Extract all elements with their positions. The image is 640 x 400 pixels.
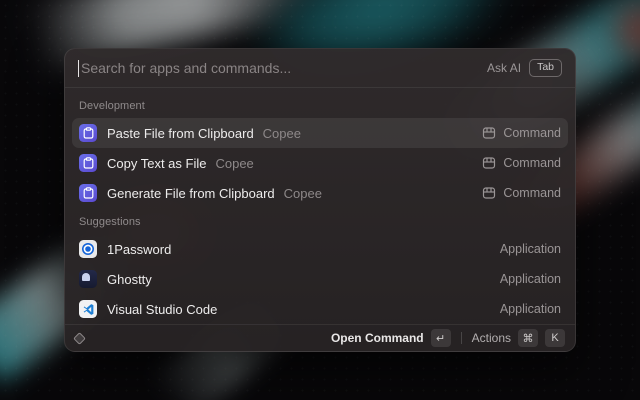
- clipboard-icon: [79, 124, 97, 142]
- results-list: Development Paste File from Clipboard Co…: [65, 88, 575, 324]
- item-title: Paste File from Clipboard: [107, 126, 254, 141]
- list-item-copy-text-as-file[interactable]: Copy Text as File Copee Command: [72, 148, 568, 178]
- 1password-icon: [79, 240, 97, 258]
- ghostty-icon: [79, 270, 97, 288]
- list-item-paste-file-from-clipboard[interactable]: Paste File from Clipboard Copee Command: [72, 118, 568, 148]
- item-title: Copy Text as File: [107, 156, 206, 171]
- search-input[interactable]: [81, 60, 487, 76]
- clipboard-icon: [79, 184, 97, 202]
- item-type-label: Application: [500, 272, 561, 286]
- list-item-visual-studio-code[interactable]: Visual Studio Code Application: [72, 294, 568, 324]
- ask-ai-label[interactable]: Ask AI: [487, 61, 521, 75]
- footer-divider: [461, 332, 462, 344]
- clipboard-icon: [79, 154, 97, 172]
- item-title: Ghostty: [107, 272, 152, 287]
- command-type-icon: [482, 156, 496, 170]
- extension-icon: [75, 334, 84, 343]
- list-item-generate-file-from-clipboard[interactable]: Generate File from Clipboard Copee Comma…: [72, 178, 568, 208]
- item-type-label: Application: [500, 242, 561, 256]
- tab-key-badge: Tab: [529, 59, 562, 77]
- item-type-label: Command: [503, 156, 561, 170]
- item-title: 1Password: [107, 242, 171, 257]
- cmd-key-badge: ⌘: [518, 329, 538, 347]
- item-subtitle: Copee: [284, 186, 322, 201]
- list-item-1password[interactable]: 1Password Application: [72, 234, 568, 264]
- command-type-icon: [482, 186, 496, 200]
- item-type-label: Application: [500, 302, 561, 316]
- item-title: Generate File from Clipboard: [107, 186, 275, 201]
- open-command-button[interactable]: Open Command: [331, 331, 424, 345]
- actions-button[interactable]: Actions: [472, 331, 511, 345]
- diamond-icon: [73, 332, 86, 345]
- item-title: Visual Studio Code: [107, 302, 217, 317]
- action-bar: Open Command ↵ Actions ⌘ K: [65, 324, 575, 351]
- item-subtitle: Copee: [215, 156, 253, 171]
- item-type-label: Command: [503, 186, 561, 200]
- section-header-development: Development: [72, 92, 568, 118]
- list-item-ghostty[interactable]: Ghostty Application: [72, 264, 568, 294]
- item-type-label: Command: [503, 126, 561, 140]
- vscode-icon: [79, 300, 97, 318]
- search-bar: Ask AI Tab: [65, 49, 575, 87]
- section-header-suggestions: Suggestions: [72, 208, 568, 234]
- command-type-icon: [482, 126, 496, 140]
- return-key-badge: ↵: [431, 329, 451, 347]
- text-caret: [78, 60, 79, 77]
- launcher-window: Ask AI Tab Development Paste File from C…: [64, 48, 576, 352]
- k-key-badge: K: [545, 329, 565, 347]
- item-subtitle: Copee: [263, 126, 301, 141]
